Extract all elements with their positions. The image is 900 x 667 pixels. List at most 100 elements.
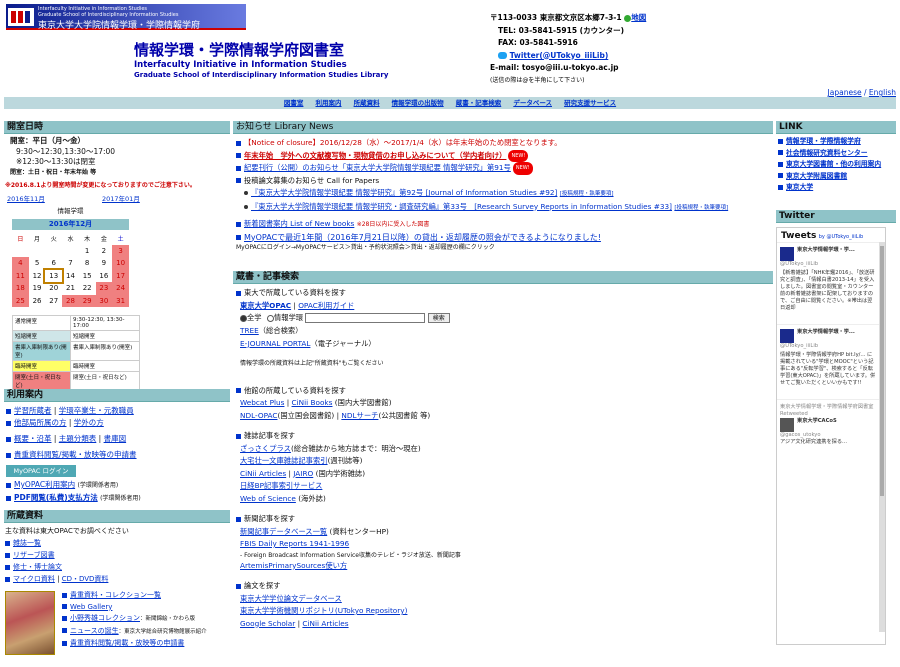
logo-mark-icon xyxy=(8,8,34,26)
header: Interfaculty Initiative in Information S… xyxy=(0,0,900,97)
link-theses[interactable]: 修士・博士論文 xyxy=(13,563,62,571)
link-web-of-science[interactable]: Web of Science xyxy=(240,494,296,503)
link-rare-request[interactable]: 貴重資料閲覧/掲載・放映等の申請書 xyxy=(14,450,137,459)
radio-iii[interactable] xyxy=(266,314,274,322)
link-utokyo-opac[interactable]: 東京大学OPAC xyxy=(240,301,291,310)
usage-links: 学習所蔵者 | 学環卒業生・元教職員 他部局所属の方 | 学外の方 概要・沿革 … xyxy=(6,405,230,505)
opac-search-button[interactable]: 検索 xyxy=(427,313,450,323)
link-list: 情報学環・学際情報学府 社会情報研究資料センター 東京大学図書館・他の利用案内 … xyxy=(776,134,896,196)
news-item-closure[interactable]: 【Notice of closure】2016/12/28（水）～2017/1/… xyxy=(244,138,562,147)
link-alumni[interactable]: 学環卒業生・元教職員 xyxy=(59,406,134,415)
link-students[interactable]: 学習所蔵者 xyxy=(14,406,52,415)
link-stack-map[interactable]: 書庫図 xyxy=(104,434,127,443)
news-item-bulletin[interactable]: 紀要刊行（公開）のお知らせ「東京大学大学院情報学環紀要 情報学研究」第91号 xyxy=(244,163,511,172)
radio-all[interactable] xyxy=(240,314,247,322)
nav-database[interactable]: データベース xyxy=(513,99,552,107)
nav-search[interactable]: 蔵書・記事検索 xyxy=(456,99,502,107)
news-item-copy-request[interactable]: 年末年始 学外への文献複写物・現物貸借のお申し込みについて（学内者向け） xyxy=(244,151,506,160)
collection-links: 主な資料は東大OPACでお調べください 雑誌一覧 リザーブ図書 修士・博士論文 … xyxy=(5,527,129,583)
hours-info: 開室：平日（月～金） 9:30～12:30,13:30～17:00 ※12:30… xyxy=(10,136,116,176)
link-ono-collection[interactable]: 小野秀雄コレクション xyxy=(70,614,140,622)
link-classification[interactable]: 主題分類表 xyxy=(59,434,97,443)
link-webcat[interactable]: Webcat Plus xyxy=(240,398,284,407)
usage-heading: 利用案内 xyxy=(4,389,230,402)
link-general-library[interactable]: 東京大学附属図書館 xyxy=(786,172,847,180)
tweet-2[interactable]: 東京大学情報学環・学... @UTokyo_iiiLib 情報学環・学際情報学府H… xyxy=(777,324,885,391)
link-google-scholar[interactable]: Google Scholar xyxy=(240,619,295,628)
collection-links-2: 貴重資料・コレクション一覧 Web Gallery 小野秀雄コレクション：新聞錦… xyxy=(62,590,232,650)
news-list: 【Notice of closure】2016/12/28（水）～2017/1/… xyxy=(236,138,729,251)
map-link[interactable]: 地図 xyxy=(631,13,646,22)
link-ejournal[interactable]: E-JOURNAL PORTAL xyxy=(240,339,310,348)
tel: TEL: 03-5841-5915 (カウンター) xyxy=(498,25,625,35)
link-other-dept[interactable]: 他部局所属の方 xyxy=(14,418,67,427)
avatar xyxy=(780,247,794,261)
link-microfilm[interactable]: マイクロ資料 xyxy=(13,575,55,583)
link-outside[interactable]: 学外の方 xyxy=(74,418,104,427)
myopac-login-button[interactable]: MyOPAC ログイン xyxy=(6,465,76,477)
search-section: 東大で所蔵している資料を探す 東京大学OPAC | OPAC利用ガイド 全学 情… xyxy=(236,287,771,630)
link-pdf-payment[interactable]: PDF閲覧(私費)支払方法 xyxy=(14,493,98,502)
search-heading: 蔵書・記事検索 xyxy=(233,271,773,284)
site-subtitle-2: Graduate School of Interdisciplinary Inf… xyxy=(134,71,389,79)
site-subtitle-1: Interfaculty Initiative in Information S… xyxy=(134,60,347,70)
main-nav: 図書室 利用案内 所蔵資料 情報学環の出版物 蔵書・記事検索 データベース 研究… xyxy=(4,97,896,109)
link-utokyo-libraries[interactable]: 東京大学図書館・他の利用案内 xyxy=(786,160,881,168)
link-reserve[interactable]: リザーブ図書 xyxy=(13,551,55,559)
news-item-journal-92[interactable]: 『東京大学大学院情報学環紀要 情報学研究』第92号 [Journal of In… xyxy=(251,188,557,197)
link-opac-guide[interactable]: OPAC利用ガイド xyxy=(298,301,354,310)
link-tree[interactable]: TREE xyxy=(240,326,259,335)
link-journals[interactable]: 雑誌一覧 xyxy=(13,539,41,547)
link-newspaper-db[interactable]: 新聞記事データベース一覧 xyxy=(240,527,327,536)
nav-usage[interactable]: 利用案内 xyxy=(316,99,342,107)
link-social-info-center[interactable]: 社会情報研究資料センター xyxy=(786,149,868,157)
nav-publications[interactable]: 情報学環の出版物 xyxy=(392,99,444,107)
twitter-link[interactable]: Twitter(@UTokyo_iiiLib) xyxy=(510,51,609,60)
link-zassaku[interactable]: ざっさくプラス xyxy=(240,444,291,453)
link-overview[interactable]: 概要・沿革 xyxy=(14,434,52,443)
link-ndl-search[interactable]: NDLサーチ xyxy=(341,411,378,420)
link-utokyo[interactable]: 東京大学 xyxy=(786,183,813,191)
lang-english[interactable]: English xyxy=(869,88,896,97)
news-item-new-books[interactable]: 新着図書案内 List of New books xyxy=(244,219,354,228)
link-oya-bunko[interactable]: 大宅壮一文庫雑誌記事索引 xyxy=(240,456,328,465)
link-ndl-opac[interactable]: NDL-OPAC xyxy=(240,411,278,420)
link-news-birth[interactable]: ニュースの誕生 xyxy=(70,627,119,635)
nav-research-support[interactable]: 研究支援サービス xyxy=(564,99,616,107)
twitter-heading: Twitter xyxy=(776,210,896,223)
calendar-grid: 日月火水木金土 123 4 5 6 7 8 9 10 11 12 13 14 15 16 17 18 19… xyxy=(12,232,129,307)
link-fbis[interactable]: FBIS Daily Reports 1941-1996 xyxy=(240,539,349,548)
address: 〒113-0033 東京都文京区本郷7-3-1 xyxy=(490,13,622,22)
twitter-scrollbar[interactable] xyxy=(879,242,885,632)
news-item-survey-33[interactable]: 『東京大学大学院情報学環紀要 情報学研究・調査研究編』第33号 [Researc… xyxy=(251,202,672,211)
opac-search-input[interactable] xyxy=(305,313,426,323)
link-cinii-books[interactable]: CiNii Books xyxy=(292,398,333,407)
link-web-gallery[interactable]: Web Gallery xyxy=(70,603,112,611)
center-column: お知らせ Library News 【Notice of closure】201… xyxy=(233,121,773,667)
collection-thumbnail[interactable] xyxy=(5,591,55,655)
calendar-next[interactable]: 2017年01月 xyxy=(102,193,140,203)
fax: FAX: 03-5841-5916 xyxy=(498,38,578,47)
tweet-1[interactable]: 東京大学情報学環・学... @UTokyo_iiiLib 【新着雑誌】「NHK年鑑… xyxy=(777,242,885,316)
link-rare-collections[interactable]: 貴重資料・コレクション一覧 xyxy=(70,591,161,599)
link-repository[interactable]: 東京大学学術機関リポジトリ(UTokyo Repository) xyxy=(240,606,407,615)
link-artemis[interactable]: ArtemisPrimarySources使い方 xyxy=(240,561,347,570)
link-myopac-guide[interactable]: MyOPAC利用案内 xyxy=(14,480,75,489)
nav-library[interactable]: 図書室 xyxy=(284,99,304,107)
tweet-3[interactable]: 東京大学情報学環・学際情報学府図書室 Retweeted 東京大学CACoS @g… xyxy=(777,399,885,450)
link-theses-db[interactable]: 東京大学学位論文データベース xyxy=(240,594,342,603)
link-cd-dvd[interactable]: CD・DVD資料 xyxy=(62,575,109,583)
link-iii[interactable]: 情報学環・学際情報学府 xyxy=(786,137,861,145)
calendar-legend: 通常開室 9:30-12:30, 13:30-17:00 短縮開室 短縮開室 書庫入… xyxy=(12,315,140,391)
link-nikkei-bp[interactable]: 日経BP記事索引サービス xyxy=(240,481,322,490)
twitter-widget[interactable]: Tweets by @UTokyo_iiiLib 東京大学情報学環・学... @U… xyxy=(776,227,886,645)
link-cinii-articles-2[interactable]: CiNii Articles xyxy=(302,619,348,628)
link-cinii-articles[interactable]: CiNii Articles xyxy=(240,469,286,478)
link-rare-request-2[interactable]: 貴重資料閲覧/掲載・放映等の申請書 xyxy=(70,639,184,647)
nav-holdings[interactable]: 所蔵資料 xyxy=(354,99,380,107)
university-logo[interactable]: Interfaculty Initiative in Information S… xyxy=(6,4,246,31)
lang-japanese[interactable]: Japanese xyxy=(828,88,862,97)
calendar-prev[interactable]: 2016年11月 xyxy=(7,193,45,203)
link-jairo[interactable]: JAIRO xyxy=(293,469,313,478)
news-item-myopac-history[interactable]: MyOPACで最近1年間（2016年7月21日以降）の貸出・返却履歴の照会ができ… xyxy=(244,233,601,242)
